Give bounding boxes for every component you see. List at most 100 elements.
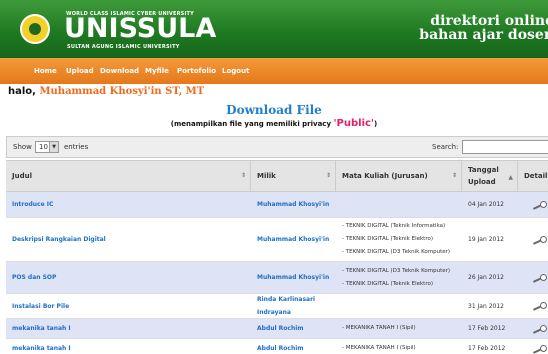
file-title-text: Introduce IC — [12, 201, 54, 208]
course-list: - MEKANIKA TANAH I (Sipil) — [336, 339, 462, 354]
upload-date: 31 Jan 2012 — [462, 294, 518, 318]
owner-name: Muhammad Khosyi'in — [257, 236, 330, 243]
entries-select[interactable]: 10 ▼ — [35, 141, 59, 153]
nav-myfile[interactable]: Myfile — [145, 67, 169, 75]
page-title: Download File — [226, 103, 322, 117]
course-item: - TEKNIK DIGITAL (Teknik Elektro) — [342, 280, 433, 287]
search-input[interactable] — [462, 140, 548, 154]
course-item: - TEKNIK DIGITAL (Teknik Elektro) — [342, 236, 433, 242]
file-title-link[interactable]: POS dan SOP — [6, 262, 251, 293]
upload-date: 17 Feb 2012 — [462, 319, 518, 338]
nav-upload[interactable]: Upload — [66, 67, 94, 75]
detail-cell — [518, 218, 548, 261]
column-mata-kuliah-label: Mata Kuliah (Jurusan) — [342, 172, 428, 180]
user-name: Muhammad Khosyi'in ST, MT — [39, 86, 205, 97]
key-icon[interactable] — [532, 344, 547, 354]
column-detail[interactable]: Detail — [518, 161, 548, 191]
key-icon[interactable] — [532, 301, 547, 311]
column-milik[interactable]: Milik ⇕ — [251, 161, 336, 191]
column-tanggal-upload[interactable]: Tanggal Upload ▲ — [462, 161, 518, 191]
upload-date: 04 Jan 2012 — [462, 192, 518, 217]
file-title-link[interactable]: Instalasi Bor Pile — [6, 294, 251, 318]
upload-date-text: 17 Feb 2012 — [468, 345, 506, 352]
owner-name: Muhammad Khosyi'in — [257, 201, 330, 208]
owner-link[interactable]: Muhammad Khosyi'in — [251, 192, 336, 217]
owner-link[interactable]: Muhammad Khosyi'in — [251, 218, 336, 261]
greeting: halo, Muhammad Khosyi'in ST, MT — [8, 86, 204, 97]
owner-link[interactable]: Muhammad Khosyi'in — [251, 262, 336, 293]
entries-label: entries — [64, 143, 89, 151]
sort-arrows-icon: ⇕ — [325, 172, 331, 179]
file-title-link[interactable]: Deskripsi Rangkaian Digital — [6, 218, 251, 261]
privacy-public-label: 'Public' — [333, 118, 374, 129]
owner-link[interactable]: Abdul Rochim — [251, 339, 336, 354]
entries-select-value: 10 — [39, 143, 48, 151]
table-row: mekanika tanah I Abdul Rochim - MEKANIKA T… — [6, 319, 548, 339]
upload-date: 26 Jan 2012 — [462, 262, 518, 293]
course-item: - MEKANIKA TANAH I (Sipil) — [342, 345, 416, 351]
university-emblem-icon[interactable] — [20, 14, 50, 44]
course-item: - MEKANIKA TANAH I (Sipil) — [342, 325, 416, 331]
nav-portofolio[interactable]: Portofolio — [177, 67, 216, 75]
key-icon[interactable] — [532, 324, 547, 334]
main-nav: Home Upload Download Myfile Portofolio L… — [0, 58, 548, 84]
table-header: Judul ⇕ Milik ⇕ Mata Kuliah (Jurusan) ⇕ … — [6, 160, 548, 192]
file-title-text: mekanika tanah I — [12, 325, 71, 332]
table-row: Deskripsi Rangkaian Digital Muhammad Khos… — [6, 218, 548, 262]
upload-date-text: 17 Feb 2012 — [468, 325, 506, 332]
column-milik-label: Milik — [257, 172, 276, 180]
upload-date-text: 26 Jan 2012 — [468, 274, 504, 281]
detail-cell — [518, 294, 548, 318]
caret-down-icon[interactable]: ▼ — [49, 142, 58, 152]
detail-cell — [518, 339, 548, 354]
course-list — [336, 192, 462, 217]
file-title-link[interactable]: mekanika tanah I — [6, 339, 251, 354]
search-label: Search: — [432, 143, 459, 151]
detail-cell — [518, 192, 548, 217]
course-item: - TEKNIK DIGITAL (Teknik Informatika) — [342, 223, 446, 229]
nav-download[interactable]: Download — [100, 67, 139, 75]
course-list — [336, 294, 462, 318]
column-tanggal-upload-label: Tanggal Upload — [468, 166, 499, 186]
course-list: - TEKNIK DIGITAL (Teknik Informatika) - T… — [336, 218, 462, 261]
table-controls: Show 10 ▼ entries Search: — [6, 136, 548, 158]
nav-logout[interactable]: Logout — [222, 67, 249, 75]
upload-date-text: 04 Jan 2012 — [468, 201, 504, 208]
table-row: Instalasi Bor Pile Rinda Karlinasari Indr… — [6, 294, 548, 319]
upload-date: 17 Feb 2012 — [462, 339, 518, 354]
key-icon[interactable] — [532, 200, 547, 210]
column-judul-label: Judul — [12, 172, 32, 180]
file-title-text: POS dan SOP — [12, 274, 57, 281]
table-row: mekanika tanah I Abdul Rochim - MEKANIKA T… — [6, 339, 548, 354]
logo-subtitle: SULTAN AGUNG ISLAMIC UNIVERSITY — [67, 44, 180, 50]
logo-wordmark[interactable]: UNISSULA — [64, 15, 216, 42]
course-list: - TEKNIK DIGITAL (D3 Teknik Komputer) - T… — [336, 262, 462, 293]
owner-name: Abdul Rochim — [257, 345, 304, 352]
detail-cell — [518, 319, 548, 338]
file-title-link[interactable]: mekanika tanah I — [6, 319, 251, 338]
column-judul[interactable]: Judul ⇕ — [6, 161, 251, 191]
file-title-text: Instalasi Bor Pile — [12, 302, 70, 310]
upload-date: 19 Jan 2012 — [462, 218, 518, 261]
site-slogan: direktori online bahan ajar dosen — [419, 14, 548, 42]
page-subtitle: (menampilkan file yang memiliki privacy … — [0, 118, 548, 129]
site-header: WORLD CLASS ISLAMIC CYBER UNIVERSITY UNI… — [0, 0, 548, 58]
subtitle-prefix: (menampilkan file yang memiliki privacy — [170, 120, 334, 128]
column-mata-kuliah[interactable]: Mata Kuliah (Jurusan) ⇕ — [336, 161, 462, 191]
table-row: POS dan SOP Muhammad Khosyi'in - TEKNIK DI… — [6, 262, 548, 294]
key-icon[interactable] — [532, 273, 547, 283]
course-item: - TEKNIK DIGITAL (D3 Teknik Komputer) — [342, 267, 451, 274]
owner-link[interactable]: Abdul Rochim — [251, 319, 336, 338]
course-list: - MEKANIKA TANAH I (Sipil) — [336, 319, 462, 338]
show-label: Show — [13, 143, 32, 151]
site-slogan-line1: direktori online — [430, 13, 548, 29]
sort-asc-icon: ▲ — [508, 174, 513, 181]
key-icon[interactable] — [532, 235, 547, 245]
sort-arrows-icon: ⇕ — [240, 172, 246, 179]
owner-link[interactable]: Rinda Karlinasari Indrayana — [251, 294, 336, 318]
nav-home[interactable]: Home — [34, 67, 57, 75]
upload-date-text: 31 Jan 2012 — [468, 302, 504, 310]
file-title-text: mekanika tanah I — [12, 345, 71, 352]
subtitle-suffix: ) — [373, 120, 378, 128]
file-title-link[interactable]: Introduce IC — [6, 192, 251, 217]
